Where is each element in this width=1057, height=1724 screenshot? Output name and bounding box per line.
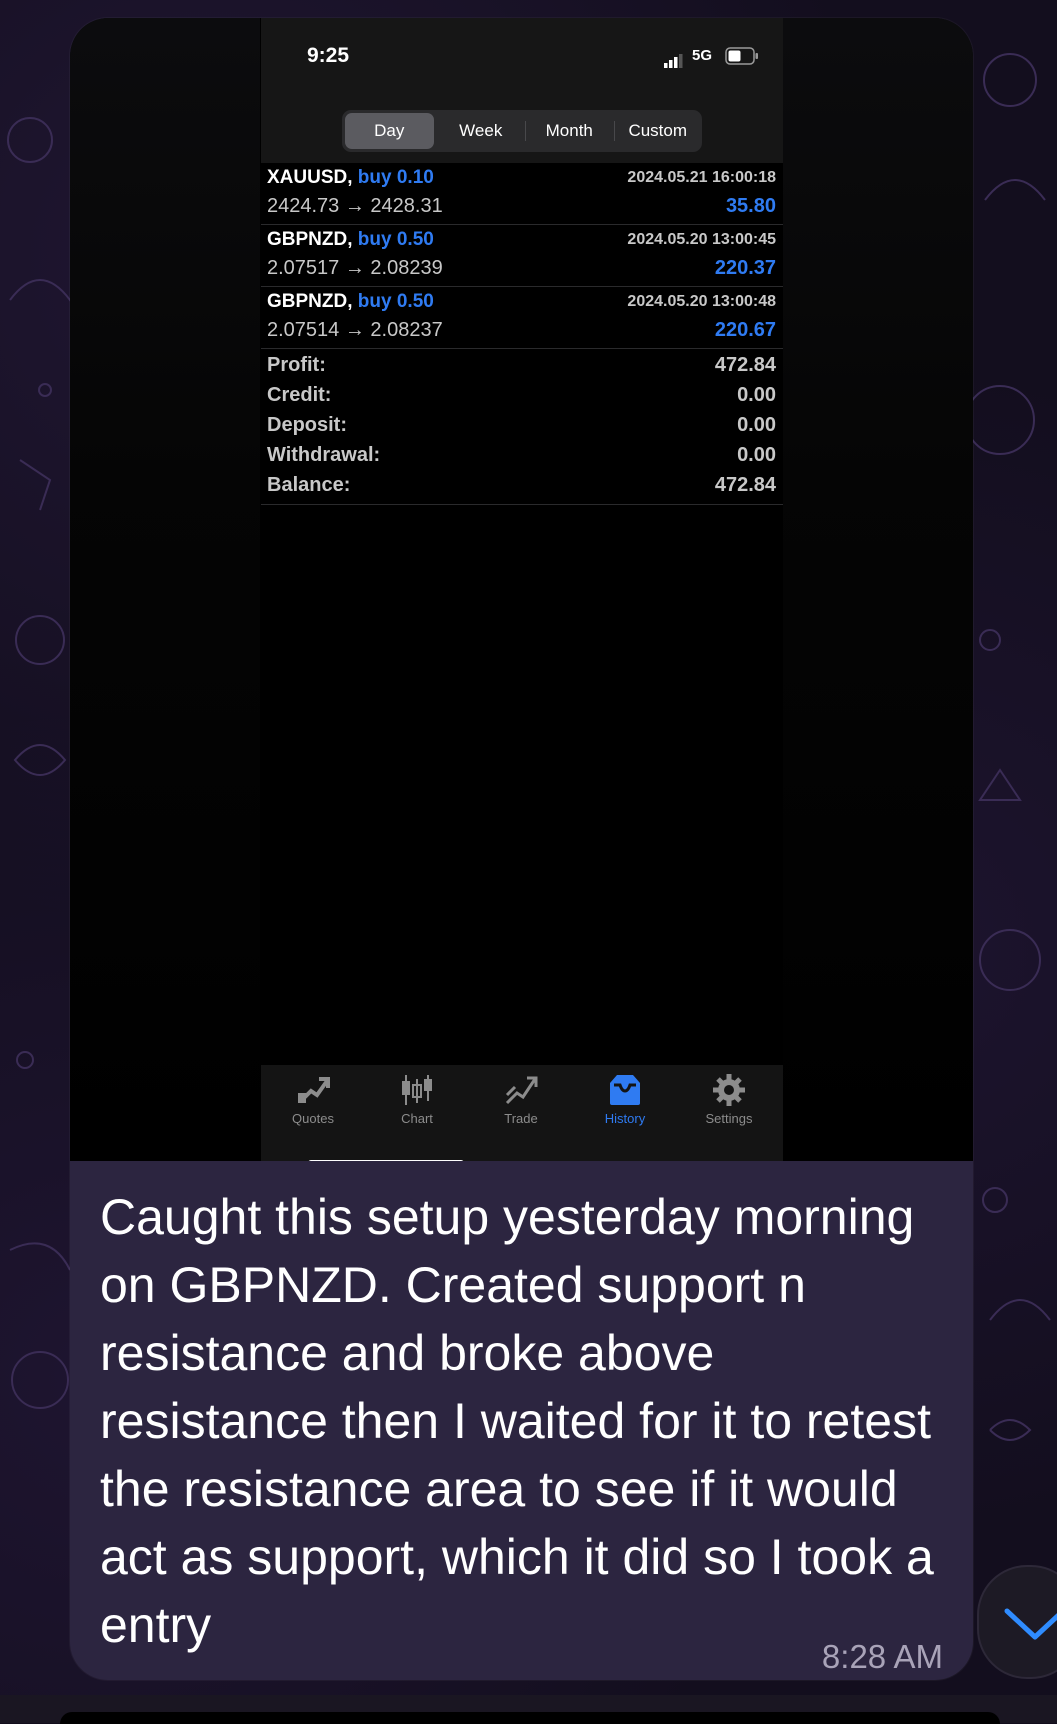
- open-price: 2.07514: [267, 319, 340, 341]
- trade-prices: 2424.73 → 2428.31: [267, 195, 443, 217]
- trade-datetime: 2024.05.20 13:00:48: [627, 293, 776, 310]
- tab-label: Quotes: [292, 1111, 334, 1126]
- quotes-icon: [298, 1077, 330, 1103]
- status-time: 9:25: [307, 44, 350, 67]
- summary-row-deposit: Deposit: 0.00: [261, 412, 783, 442]
- signal-icon: [664, 54, 683, 68]
- chevron-down-icon: [1004, 1608, 1057, 1640]
- trade-lot: 0.10: [396, 167, 434, 188]
- status-bar: 9:25 5G: [261, 18, 783, 98]
- input-area-edge: [0, 1695, 1057, 1724]
- trade-prices: 2.07517 → 2.08239: [267, 257, 443, 279]
- trade-symbol-line: XAUUSD, buy 0.10: [267, 167, 434, 189]
- trade-datetime: 2024.05.20 13:00:45: [627, 231, 776, 248]
- tab-trade[interactable]: Trade: [469, 1073, 573, 1143]
- trade-lot: 0.50: [396, 291, 434, 312]
- candlestick-icon: [402, 1075, 432, 1105]
- summary-row-profit: Profit: 472.84: [261, 352, 783, 382]
- tab-chart[interactable]: Chart: [365, 1073, 469, 1143]
- scroll-to-bottom-button[interactable]: [977, 1565, 1057, 1679]
- trade-direction: buy: [357, 291, 392, 312]
- segment-week[interactable]: Week: [437, 110, 526, 152]
- message-timestamp: 8:28 AM: [821, 1638, 943, 1675]
- tab-history[interactable]: History: [573, 1073, 677, 1143]
- message-text: Caught this setup yesterday morning on G…: [100, 1189, 934, 1653]
- summary-row-withdrawal: Withdrawal: 0.00: [261, 442, 783, 472]
- network-label: 5G: [692, 47, 713, 64]
- summary-label: Credit:: [267, 384, 332, 406]
- tab-quotes[interactable]: Quotes: [261, 1073, 365, 1143]
- open-price: 2424.73: [267, 195, 340, 217]
- summary-value: 472.84: [714, 354, 776, 376]
- composer-edge: [60, 1712, 1000, 1724]
- trade-symbol: XAUUSD,: [267, 167, 353, 188]
- tab-label: Chart: [401, 1111, 433, 1126]
- period-selector-bar: Day Week Month Custom: [261, 98, 783, 163]
- summary-row-balance: Balance: 472.84: [261, 472, 783, 502]
- summary-label: Profit:: [267, 354, 326, 376]
- trade-profit: 220.37: [714, 257, 776, 279]
- bottom-tab-bar: Quotes Chart Trade History Settings: [261, 1065, 783, 1161]
- tab-label: Trade: [504, 1111, 538, 1126]
- trade-profit: 220.67: [714, 319, 776, 341]
- trade-row[interactable]: GBPNZD, buy 0.50 2.07517 → 2.08239 2024.…: [261, 225, 783, 287]
- summary-label: Withdrawal:: [267, 444, 381, 466]
- message-bubble[interactable]: 9:25 5G Day Week Month Custom XAUUSD, bu…: [70, 18, 973, 1680]
- summary-value: 0.00: [737, 444, 776, 466]
- close-price: 2428.31: [370, 195, 443, 217]
- close-price: 2.08239: [370, 257, 443, 279]
- trading-app-screen: 9:25 5G Day Week Month Custom XAUUSD, bu…: [261, 18, 783, 1161]
- trade-datetime: 2024.05.21 16:00:18: [627, 169, 776, 186]
- summary-label: Balance:: [267, 474, 351, 496]
- screenshot-blur-left: [70, 18, 260, 1161]
- summary-label: Deposit:: [267, 414, 347, 436]
- segment-month[interactable]: Month: [525, 110, 614, 152]
- gear-icon: [713, 1074, 745, 1106]
- trade-symbol-line: GBPNZD, buy 0.50: [267, 229, 434, 251]
- summary-value: 0.00: [737, 384, 776, 406]
- inbox-icon: [610, 1075, 640, 1105]
- attached-screenshot[interactable]: 9:25 5G Day Week Month Custom XAUUSD, bu…: [70, 18, 973, 1161]
- trade-symbol: GBPNZD,: [267, 291, 353, 312]
- tab-label: Settings: [705, 1111, 753, 1126]
- trade-row[interactable]: XAUUSD, buy 0.10 2424.73 → 2428.31 2024.…: [261, 163, 783, 225]
- summary-row-credit: Credit: 0.00: [261, 382, 783, 412]
- period-segmented-control: Day Week Month Custom: [342, 110, 702, 152]
- tab-settings[interactable]: Settings: [677, 1073, 781, 1143]
- trade-history-list: XAUUSD, buy 0.10 2424.73 → 2428.31 2024.…: [261, 163, 783, 349]
- battery-icon: [725, 47, 758, 65]
- trade-direction: buy: [357, 167, 392, 188]
- trade-direction: buy: [357, 229, 392, 250]
- summary-value: 0.00: [737, 414, 776, 436]
- screenshot-blur-right: [783, 18, 973, 1161]
- segment-day[interactable]: Day: [345, 113, 434, 149]
- segment-custom[interactable]: Custom: [613, 110, 703, 152]
- tab-label: History: [604, 1111, 646, 1126]
- trade-prices: 2.07514 → 2.08237: [267, 319, 443, 341]
- trade-symbol: GBPNZD,: [267, 229, 353, 250]
- trade-lot: 0.50: [396, 229, 434, 250]
- account-summary: Profit: 472.84 Credit: 0.00 Deposit: 0.0…: [261, 352, 783, 505]
- trade-symbol-line: GBPNZD, buy 0.50: [267, 291, 434, 313]
- home-indicator: [308, 1160, 464, 1161]
- trade-profit: 35.80: [725, 195, 776, 217]
- close-price: 2.08237: [370, 319, 443, 341]
- summary-value: 472.84: [714, 474, 776, 496]
- trade-row[interactable]: GBPNZD, buy 0.50 2.07514 → 2.08237 2024.…: [261, 287, 783, 349]
- open-price: 2.07517: [267, 257, 340, 279]
- trade-icon: [505, 1076, 538, 1105]
